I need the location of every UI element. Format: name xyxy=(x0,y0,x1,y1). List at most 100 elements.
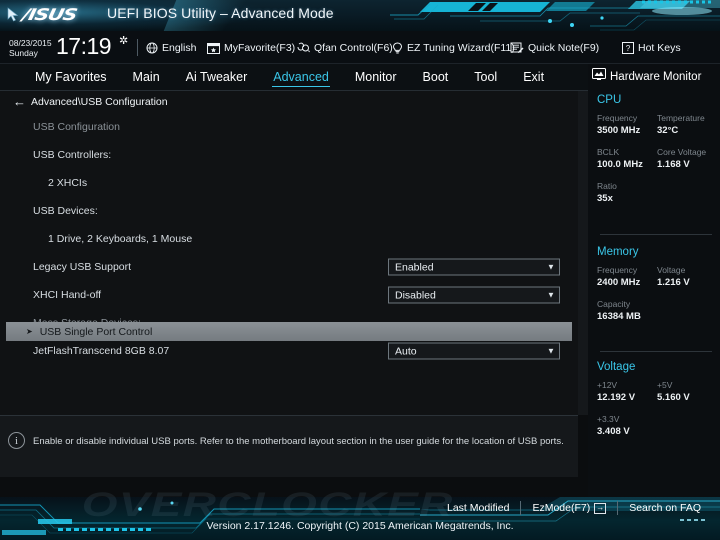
setting-legacy-usb-support[interactable]: Legacy USB Support Enabled ▼ xyxy=(0,253,578,281)
asus-logo: /ISUS xyxy=(20,5,79,24)
tab-my-favorites[interactable]: My Favorites xyxy=(22,64,120,90)
main-panel: ← Advanced\USB Configuration USB Configu… xyxy=(0,91,578,415)
xhci-hand-off-dropdown[interactable]: Disabled ▼ xyxy=(388,286,560,304)
submenu-arrow-icon: ➤ xyxy=(26,326,33,336)
kv-value: 5.160 V xyxy=(657,392,690,403)
hardware-monitor-title: Hardware Monitor xyxy=(610,71,702,83)
kv-key: Ratio xyxy=(597,181,617,191)
kv-key: BCLK xyxy=(597,147,620,157)
hot-keys-button[interactable]: ? Hot Keys xyxy=(622,42,681,54)
ezmode-label: EzMode(F7) xyxy=(532,502,591,514)
kv-key: Frequency xyxy=(597,113,638,123)
tab-tool[interactable]: Tool xyxy=(461,64,510,90)
hot-keys-label: Hot Keys xyxy=(638,42,681,54)
question-box-icon: ? xyxy=(622,42,634,54)
info-icon: i xyxy=(8,432,25,449)
list-item: USB Configuration xyxy=(0,113,578,141)
chevron-down-icon: ▼ xyxy=(547,262,555,271)
row-label: USB Devices: xyxy=(33,205,98,217)
list-item: 1 Drive, 2 Keyboards, 1 Mouse xyxy=(0,225,578,253)
submenu-label: USB Single Port Control xyxy=(39,325,153,338)
ez-tuning-wizard-button[interactable]: EZ Tuning Wizard(F11) xyxy=(392,42,515,54)
kv-key: +12V xyxy=(597,380,618,390)
tab-exit[interactable]: Exit xyxy=(510,64,557,90)
back-arrow-icon[interactable]: ← xyxy=(13,95,26,109)
fan-icon xyxy=(297,42,310,54)
footer-links: Last Modified EzMode(F7) → Search on FAQ xyxy=(436,501,712,515)
kv-key: Capacity xyxy=(597,299,631,309)
kv-voltage-33v: +3.3V 3.408 V xyxy=(597,413,657,438)
main-scrollbar[interactable] xyxy=(578,91,588,415)
bios-window: /ISUS UEFI BIOS Utility – Advanced Mode … xyxy=(0,0,720,540)
row-label: XHCI Hand-off xyxy=(33,289,102,301)
list-item: USB Devices: xyxy=(0,197,578,225)
gear-icon[interactable]: ✲ xyxy=(119,36,128,47)
kv-key: Frequency xyxy=(597,265,638,275)
sidebar-section-cpu: CPU Frequency 3500 MHz Temperature 32°C … xyxy=(597,94,717,205)
kv-row: Capacity 16384 MB xyxy=(597,298,717,323)
kv-value: 12.192 V xyxy=(597,392,636,403)
row-label: 2 XHCIs xyxy=(48,177,88,189)
bulb-icon xyxy=(392,42,403,54)
globe-icon xyxy=(146,42,158,54)
kv-cpu-ratio: Ratio 35x xyxy=(597,180,657,205)
last-modified-button[interactable]: Last Modified xyxy=(436,501,520,515)
dropdown-value: Enabled xyxy=(395,261,434,273)
last-modified-label: Last Modified xyxy=(446,502,510,514)
setting-jetflash-device[interactable]: JetFlashTranscend 8GB 8.07 Auto ▼ xyxy=(0,337,578,365)
kv-row: BCLK 100.0 MHz Core Voltage 1.168 V xyxy=(597,146,717,171)
kv-value: 3.408 V xyxy=(597,426,630,437)
jetflash-device-dropdown[interactable]: Auto ▼ xyxy=(388,342,560,360)
quick-note-button[interactable]: Quick Note(F9) xyxy=(510,42,599,54)
kv-cpu-bclk: BCLK 100.0 MHz xyxy=(597,146,657,171)
quick-note-label: Quick Note(F9) xyxy=(528,42,600,54)
row-label: JetFlashTranscend 8GB 8.07 xyxy=(33,345,170,357)
breadcrumb-row: ← Advanced\USB Configuration xyxy=(0,91,578,113)
kv-memory-voltage: Voltage 1.216 V xyxy=(657,264,717,289)
tab-monitor[interactable]: Monitor xyxy=(342,64,410,90)
system-time: 17:19 xyxy=(56,33,112,59)
hardware-monitor-panel: Hardware Monitor CPU Frequency 3500 MHz … xyxy=(588,64,720,497)
kv-cpu-core-voltage: Core Voltage 1.168 V xyxy=(657,146,717,171)
kv-row: +3.3V 3.408 V xyxy=(597,413,717,438)
search-on-faq-label: Search on FAQ xyxy=(629,502,701,514)
myfavorite-button[interactable]: MyFavorite(F3) xyxy=(207,42,295,54)
section-divider xyxy=(600,351,712,352)
kv-row: Frequency 2400 MHz Voltage 1.216 V xyxy=(597,264,717,289)
submenu-usb-single-port-control[interactable]: ➤ USB Single Port Control xyxy=(6,322,572,341)
kv-cpu-temperature: Temperature 32°C xyxy=(657,112,717,137)
list-item: 2 XHCIs xyxy=(0,169,578,197)
dropdown-value: Auto xyxy=(395,345,417,357)
qfan-control-button[interactable]: Qfan Control(F6) xyxy=(297,42,393,54)
row-label: USB Configuration xyxy=(33,121,120,133)
kv-key: +5V xyxy=(657,380,673,390)
breadcrumb: Advanced\USB Configuration xyxy=(31,96,168,108)
row-label: USB Controllers: xyxy=(33,149,112,161)
language-button[interactable]: English xyxy=(146,42,196,54)
section-title: CPU xyxy=(597,94,622,106)
row-label: 1 Drive, 2 Keyboards, 1 Mouse xyxy=(48,233,193,245)
kv-value: 3500 MHz xyxy=(597,125,641,136)
kv-key: Temperature xyxy=(657,113,705,123)
section-title: Memory xyxy=(597,246,639,258)
kv-voltage-5v: +5V 5.160 V xyxy=(657,379,717,404)
sidebar-section-voltage: Voltage +12V 12.192 V +5V 5.160 V +3.3V … xyxy=(597,361,717,438)
language-label: English xyxy=(162,42,197,54)
row-label: Legacy USB Support xyxy=(33,261,132,273)
tab-advanced[interactable]: Advanced xyxy=(260,64,342,90)
legacy-usb-support-dropdown[interactable]: Enabled ▼ xyxy=(388,258,560,276)
tab-boot[interactable]: Boot xyxy=(410,64,462,90)
setting-xhci-hand-off[interactable]: XHCI Hand-off Disabled ▼ xyxy=(0,281,578,309)
window-title: UEFI BIOS Utility – Advanced Mode xyxy=(107,5,334,21)
note-pencil-icon xyxy=(510,42,524,54)
kv-key: Voltage xyxy=(657,265,686,275)
tab-ai-tweaker[interactable]: Ai Tweaker xyxy=(173,64,261,90)
version-text: Version 2.17.1246. Copyright (C) 2015 Am… xyxy=(206,520,514,532)
tab-main[interactable]: Main xyxy=(120,64,173,90)
list-item: USB Controllers: xyxy=(0,141,578,169)
arrow-in-box-icon: → xyxy=(594,502,607,514)
myfavorite-label: MyFavorite(F3) xyxy=(224,42,296,54)
ezmode-button[interactable]: EzMode(F7) → xyxy=(521,501,617,515)
search-on-faq-button[interactable]: Search on FAQ xyxy=(618,501,712,515)
kv-value: 2400 MHz xyxy=(597,277,641,288)
